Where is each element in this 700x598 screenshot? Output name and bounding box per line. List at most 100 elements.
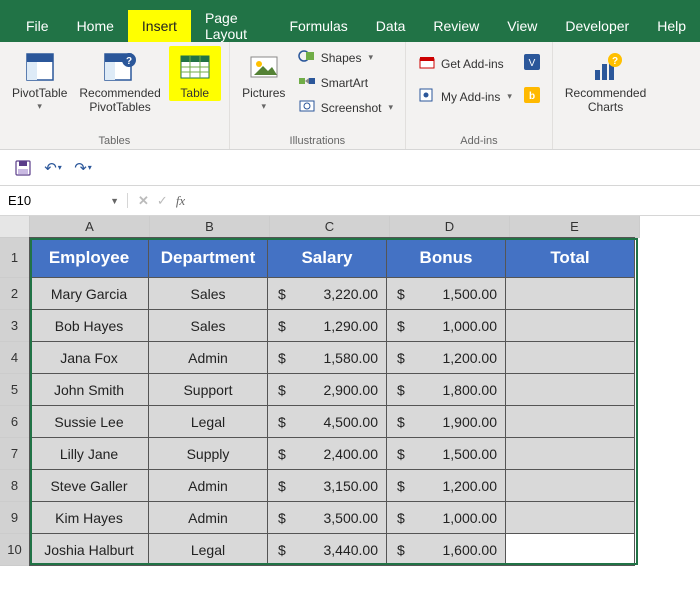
row-head-7[interactable]: 7 — [0, 438, 30, 470]
col-head-C[interactable]: C — [270, 216, 390, 238]
cell-bonus[interactable]: $1,200.00 — [386, 469, 506, 502]
smartart-button[interactable]: SmartArt — [294, 71, 397, 94]
cell-salary[interactable]: $3,500.00 — [267, 501, 387, 534]
cell-employee[interactable]: Mary Garcia — [29, 277, 149, 310]
cell-bonus[interactable]: $1,200.00 — [386, 341, 506, 374]
cell-bonus[interactable]: $1,000.00 — [386, 501, 506, 534]
cell-department[interactable]: Supply — [148, 437, 268, 470]
cell-department[interactable]: Legal — [148, 405, 268, 438]
table-button[interactable]: Table — [169, 46, 221, 101]
tab-file[interactable]: File — [12, 10, 63, 42]
row-head-6[interactable]: 6 — [0, 406, 30, 438]
cell-department[interactable]: Support — [148, 373, 268, 406]
shapes-button[interactable]: Shapes▾ — [294, 46, 397, 69]
recommended-charts-button[interactable]: ? Recommended Charts — [561, 46, 650, 115]
cell-salary[interactable]: $4,500.00 — [267, 405, 387, 438]
row-head-3[interactable]: 3 — [0, 310, 30, 342]
header-total[interactable]: Total — [505, 237, 635, 278]
tab-formulas[interactable]: Formulas — [275, 10, 361, 42]
cell-department[interactable]: Admin — [148, 469, 268, 502]
col-head-D[interactable]: D — [390, 216, 510, 238]
cell-department[interactable]: Legal — [148, 533, 268, 566]
cell-bonus[interactable]: $1,500.00 — [386, 437, 506, 470]
undo-button[interactable]: ↶▾ — [40, 155, 66, 181]
my-addins-button[interactable]: My Add-ins▾ — [414, 85, 516, 108]
col-head-A[interactable]: A — [30, 216, 150, 238]
cell-total[interactable] — [505, 501, 635, 534]
tab-help[interactable]: Help — [643, 10, 700, 42]
recommended-pivottables-button[interactable]: ? Recommended PivotTables — [75, 46, 164, 115]
screenshot-button[interactable]: Screenshot▾ — [294, 96, 397, 119]
row-head-2[interactable]: 2 — [0, 278, 30, 310]
name-box[interactable]: E10 ▼ — [0, 193, 128, 208]
cell-department[interactable]: Sales — [148, 309, 268, 342]
cell-bonus[interactable]: $1,600.00 — [386, 533, 506, 566]
cell-employee[interactable]: Joshia Halburt — [29, 533, 149, 566]
cell-salary[interactable]: $1,580.00 — [267, 341, 387, 374]
svg-text:?: ? — [126, 56, 132, 67]
cell-employee[interactable]: Bob Hayes — [29, 309, 149, 342]
select-all-corner[interactable] — [0, 216, 30, 238]
enter-icon[interactable]: ✓ — [157, 193, 168, 209]
tab-page-layout[interactable]: Page Layout — [191, 10, 276, 42]
bing-addin-button[interactable]: b — [520, 85, 544, 108]
cell-salary[interactable]: $2,900.00 — [267, 373, 387, 406]
cell-total[interactable] — [505, 437, 635, 470]
cell-total[interactable] — [505, 405, 635, 438]
header-bonus[interactable]: Bonus — [386, 237, 506, 278]
cell-bonus[interactable]: $1,000.00 — [386, 309, 506, 342]
redo-button[interactable]: ↷▾ — [70, 155, 96, 181]
row-head-9[interactable]: 9 — [0, 502, 30, 534]
cell-salary[interactable]: $1,290.00 — [267, 309, 387, 342]
cell-employee[interactable]: Sussie Lee — [29, 405, 149, 438]
save-button[interactable] — [10, 155, 36, 181]
cell-employee[interactable]: Lilly Jane — [29, 437, 149, 470]
tab-insert[interactable]: Insert — [128, 10, 191, 42]
cell-department[interactable]: Admin — [148, 341, 268, 374]
cell-bonus[interactable]: $1,800.00 — [386, 373, 506, 406]
cell-bonus[interactable]: $1,900.00 — [386, 405, 506, 438]
col-head-E[interactable]: E — [510, 216, 640, 238]
visio-addin-button[interactable]: V — [520, 52, 544, 75]
formula-bar: E10 ▼ ✕ ✓ fx — [0, 186, 700, 216]
row-head-4[interactable]: 4 — [0, 342, 30, 374]
svg-text:?: ? — [612, 56, 618, 67]
cell-employee[interactable]: Steve Galler — [29, 469, 149, 502]
cancel-icon[interactable]: ✕ — [138, 193, 149, 209]
cell-employee[interactable]: Kim Hayes — [29, 501, 149, 534]
cell-salary[interactable]: $3,150.00 — [267, 469, 387, 502]
row-head-10[interactable]: 10 — [0, 534, 30, 566]
tab-home[interactable]: Home — [63, 10, 128, 42]
worksheet-grid[interactable]: A B C D E 1 Employee Department Salary B… — [0, 216, 700, 566]
cell-total[interactable] — [505, 469, 635, 502]
cell-employee[interactable]: John Smith — [29, 373, 149, 406]
tab-review[interactable]: Review — [419, 10, 493, 42]
cell-total[interactable] — [505, 277, 635, 310]
cell-total[interactable] — [505, 533, 635, 566]
tab-developer[interactable]: Developer — [551, 10, 643, 42]
cell-salary[interactable]: $3,220.00 — [267, 277, 387, 310]
col-head-B[interactable]: B — [150, 216, 270, 238]
cell-salary[interactable]: $2,400.00 — [267, 437, 387, 470]
cell-total[interactable] — [505, 373, 635, 406]
cell-bonus[interactable]: $1,500.00 — [386, 277, 506, 310]
cell-total[interactable] — [505, 341, 635, 374]
tab-data[interactable]: Data — [362, 10, 420, 42]
header-employee[interactable]: Employee — [29, 237, 149, 278]
get-addins-button[interactable]: Get Add-ins — [414, 52, 516, 75]
cell-total[interactable] — [505, 309, 635, 342]
pivottable-button[interactable]: PivotTable ▾ — [8, 46, 71, 111]
row-head-5[interactable]: 5 — [0, 374, 30, 406]
tab-view[interactable]: View — [493, 10, 551, 42]
cell-employee[interactable]: Jana Fox — [29, 341, 149, 374]
row-head-1[interactable]: 1 — [0, 238, 30, 278]
header-salary[interactable]: Salary — [267, 237, 387, 278]
header-department[interactable]: Department — [148, 237, 268, 278]
cell-department[interactable]: Admin — [148, 501, 268, 534]
row-head-8[interactable]: 8 — [0, 470, 30, 502]
cell-salary[interactable]: $3,440.00 — [267, 533, 387, 566]
caret-icon: ▾ — [37, 101, 42, 111]
fx-icon[interactable]: fx — [176, 193, 185, 209]
cell-department[interactable]: Sales — [148, 277, 268, 310]
pictures-button[interactable]: Pictures ▾ — [238, 46, 290, 111]
